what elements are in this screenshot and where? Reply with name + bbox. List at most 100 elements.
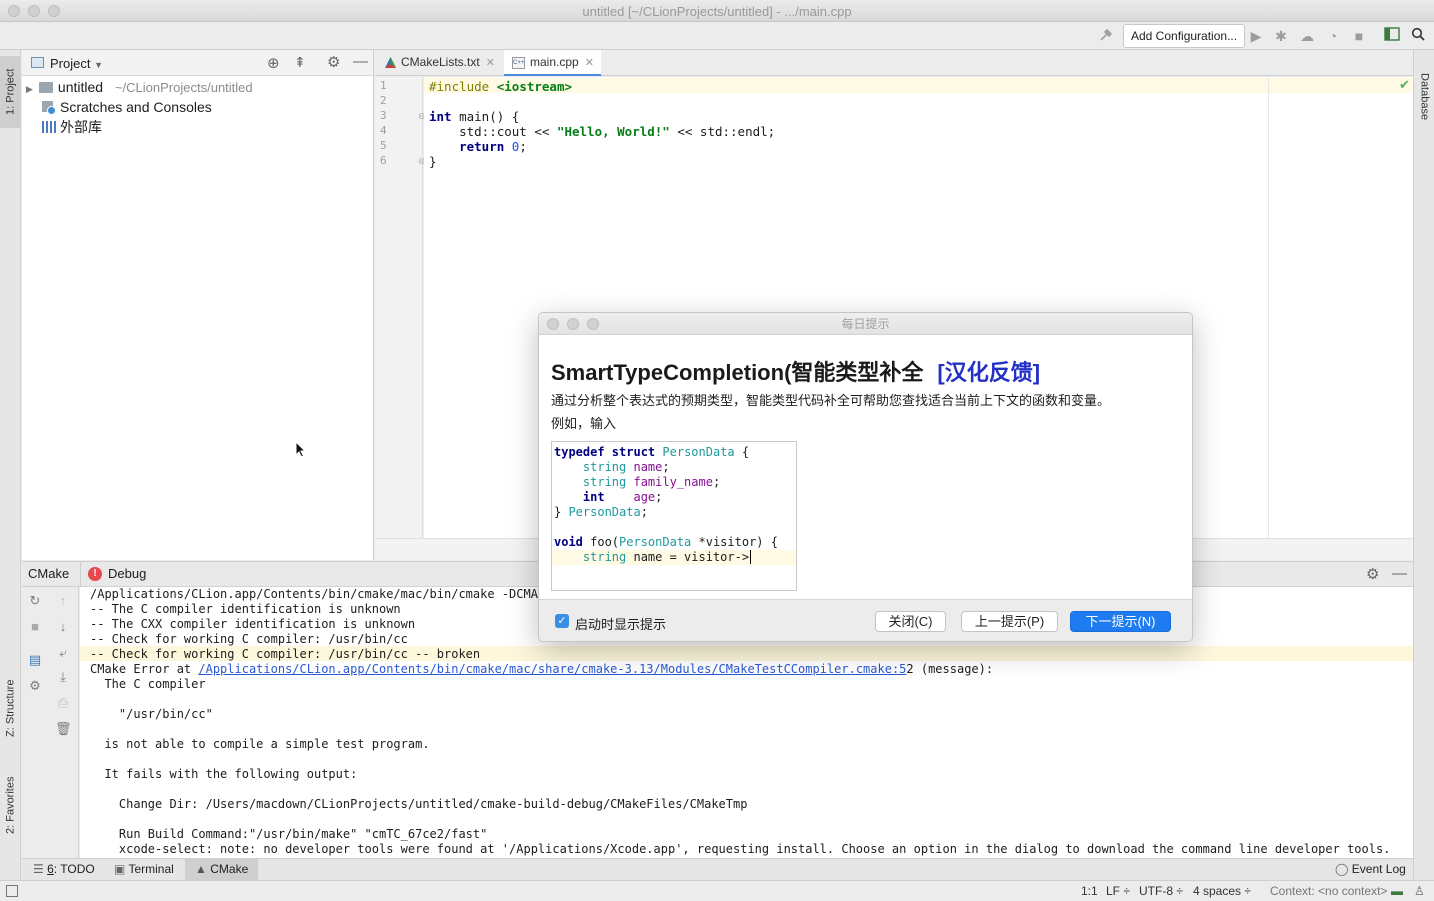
console-line: -- The C compiler identification is unkn… [90,602,401,616]
tree-item-path: ~/CLionProjects/untitled [114,80,253,95]
inspection-ok-check-icon[interactable]: ✔ [1399,77,1410,93]
close-tab-icon[interactable]: ✕ [585,57,594,69]
sample-line: string name; [554,460,670,474]
project-structure-icon[interactable] [1383,27,1401,45]
tab-main-cpp[interactable]: C++ main.cpp ✕ [504,50,601,76]
collapse-all-icon[interactable]: ⇞ [294,54,306,71]
event-log-button[interactable]: ◯ Event Log [1335,862,1406,876]
console-line: "/usr/bin/cc" [90,707,213,721]
dialog-footer: ✓ 启动时显示提示 关闭(C) 上一提示(P) 下一提示(N) [539,599,1192,641]
cmake-settings-icon[interactable]: ▤ [27,652,43,668]
line-separator[interactable]: LF ÷ [1106,884,1130,898]
todo-tool-button[interactable]: ☰ 6: TODO [33,862,95,876]
tree-item-untitled[interactable]: ▶ untitled ~/CLionProjects/untitled [26,77,253,97]
sample-line: typedef struct PersonData { [554,445,750,459]
search-everywhere-icon[interactable] [1409,27,1427,45]
tree-item-label: untitled [57,79,104,95]
hide-panel-icon[interactable]: — [1392,565,1407,582]
soft-wrap-icon[interactable]: ⤶ [55,645,71,661]
settings-gear-icon[interactable]: ⚙ [1366,565,1379,583]
window-title: untitled [~/CLionProjects/untitled] - ..… [582,4,852,19]
tab-debug[interactable]: Debug [108,566,146,581]
tree-item-scratches[interactable]: Scratches and Consoles [42,97,212,117]
stop-icon[interactable]: ■ [1350,27,1368,45]
context-selector[interactable]: Context: <no context> [1270,884,1387,898]
tip-code-sample: typedef struct PersonData { string name;… [551,441,797,591]
zoom-dialog-button[interactable] [587,318,599,330]
project-tool-window: Project ▼ ⊕ ⇞ ⚙ — ▶ untitled ~/CLionProje… [22,50,374,560]
tab-divider [80,562,81,587]
terminal-icon: ▣ [114,862,126,876]
locate-target-icon[interactable]: ⊕ [267,54,280,72]
build-hammer-icon[interactable] [1097,27,1115,45]
toggle-tool-windows-icon[interactable] [6,885,18,897]
profile-icon[interactable]: ◔ [1324,27,1342,45]
close-tab-icon[interactable]: ✕ [486,57,495,69]
library-icon [42,121,56,133]
indent-setting[interactable]: 4 spaces ÷ [1193,884,1251,898]
minimize-dialog-button[interactable] [567,318,579,330]
project-view-icon [31,57,44,68]
tree-item-label: Scratches and Consoles [60,99,212,115]
arrow-down-icon[interactable]: ↓ [55,619,71,635]
tab-cmakelists[interactable]: CMakeLists.txt ✕ [375,50,503,76]
code-line-5: return 0; [429,139,527,154]
code-line-6: } [429,154,437,169]
show-on-startup-checkbox[interactable]: ✓ [555,614,569,628]
add-configuration-button[interactable]: Add Configuration... [1123,24,1246,48]
reload-icon[interactable]: ↻ [27,593,43,609]
cpp-file-icon: C++ [512,57,525,69]
event-log-icon: ◯ [1335,862,1349,876]
tab-cmake[interactable]: CMake [28,566,69,581]
cmake-tool-button[interactable]: ▲ CMake [185,859,259,880]
window-titlebar: untitled [~/CLionProjects/untitled] - ..… [0,0,1434,22]
stop-icon[interactable]: ■ [27,619,43,635]
feedback-link[interactable]: [汉化反馈] [937,360,1040,385]
settings-gear-icon[interactable]: ⚙ [27,678,43,694]
database-tool-tab[interactable]: Database [1414,58,1434,136]
next-tip-button[interactable]: 下一提示(N) [1070,611,1171,632]
structure-tool-tab[interactable]: Z: Structure [0,668,21,748]
close-dialog-button[interactable] [547,318,559,330]
cmake-tool-actions: ↻ ↑ ■ ↓ ⤶ ▤ ⤓ ⚙ ⎙ 🗑 [22,587,79,858]
sample-line: } PersonData; [554,505,648,519]
cmake-icon [385,57,396,68]
run-icon[interactable]: ▶ [1247,27,1265,45]
scroll-to-end-icon[interactable]: ⤓ [55,669,71,685]
hide-panel-icon[interactable]: — [353,53,368,70]
settings-gear-icon[interactable]: ⚙ [327,53,340,71]
previous-tip-button[interactable]: 上一提示(P) [961,611,1058,632]
memory-indicator-icon[interactable]: ▬ [1391,884,1403,898]
error-icon: ! [88,567,102,581]
project-tool-tab[interactable]: 1: Project [0,56,21,128]
tip-example-label: 例如，输入 [551,416,617,431]
console-line: xcode-select: note: no developer tools w… [90,842,1391,856]
console-line: Change Dir: /Users/macdown/CLionProjects… [90,797,748,811]
tip-of-the-day-dialog: 每日提示 SmartTypeCompletion(智能类型补全 [汉化反馈] 通过… [538,312,1193,642]
tree-item-label: 外部库 [60,119,102,135]
error-source-link[interactable]: /Applications/CLion.app/Contents/bin/cma… [198,662,906,676]
line-number: 2 [380,94,387,107]
project-view-selector[interactable]: Project ▼ [50,56,103,71]
inspector-icon[interactable]: ♙ [1414,884,1425,898]
close-button[interactable]: 关闭(C) [875,611,946,632]
terminal-tool-button[interactable]: ▣ Terminal [114,862,174,876]
print-icon[interactable]: ⎙ [55,695,71,711]
tree-item-external-libraries[interactable]: 外部库 [42,117,102,137]
sample-line: string name = visitor-> [552,550,796,565]
caret-position[interactable]: 1:1 [1081,884,1098,898]
scratches-icon [42,101,56,115]
dialog-title: 每日提示 [841,317,890,331]
file-encoding[interactable]: UTF-8 ÷ [1139,884,1183,898]
cmake-icon: ▲ [195,862,207,876]
favorites-tool-tab[interactable]: 2: Favorites [0,762,21,848]
tab-label: main.cpp [530,55,579,69]
error-prefix: CMake Error at [90,662,199,676]
trash-icon[interactable]: 🗑 [55,721,72,737]
arrow-up-icon[interactable]: ↑ [55,593,71,609]
sample-line: string family_name; [554,475,721,489]
tip-heading: SmartTypeCompletion(智能类型补全 [汉化反馈] [551,355,1040,387]
chevron-right-icon[interactable]: ▶ [26,84,33,94]
run-with-coverage-icon[interactable]: ☁ [1298,27,1316,45]
debug-icon[interactable]: ✱ [1272,27,1290,45]
